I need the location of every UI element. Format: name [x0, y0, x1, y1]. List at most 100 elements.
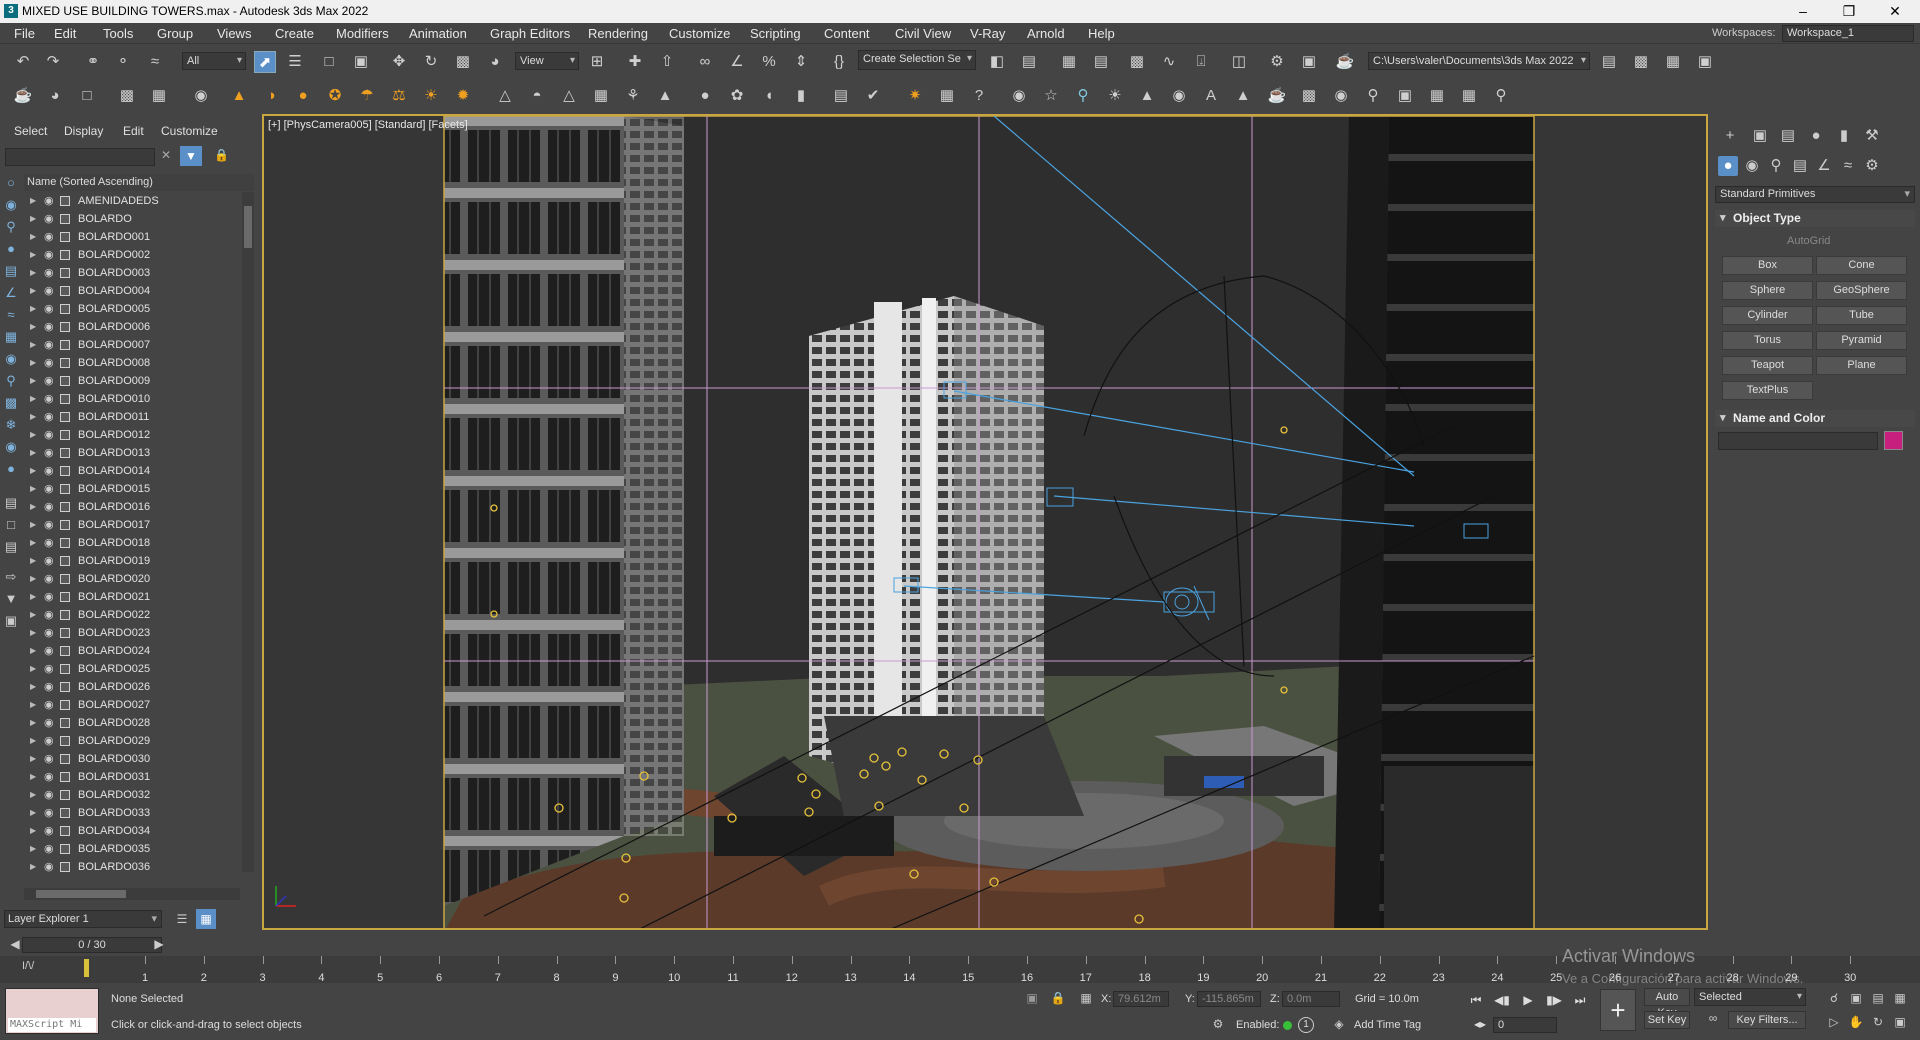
arnold-light-icon[interactable]: ✷ — [904, 85, 926, 107]
expand-icon[interactable]: ▶ — [30, 300, 36, 318]
list-item[interactable]: ▶ ◉ BOLARDO029 — [24, 732, 240, 750]
visibility-eye-icon[interactable]: ◉ — [44, 228, 54, 246]
list-item[interactable]: ▶ ◉ BOLARDO034 — [24, 822, 240, 840]
layer-explorer-icon[interactable]: ▤ — [1090, 51, 1112, 73]
visibility-eye-icon[interactable]: ◉ — [44, 588, 54, 606]
expand-icon[interactable]: ▶ — [30, 444, 36, 462]
layer-options-icon[interactable]: ▦ — [196, 909, 216, 929]
expand-icon[interactable]: ▶ — [30, 696, 36, 714]
expand-icon[interactable]: ▶ — [30, 732, 36, 750]
scale-icon[interactable]: ▩ — [452, 51, 474, 73]
minimize-button[interactable]: – — [1780, 0, 1826, 23]
tab-display[interactable]: Display — [64, 124, 103, 138]
list-item[interactable]: ▶ ◉ BOLARDO025 — [24, 660, 240, 678]
list-item[interactable]: ▶ ◉ BOLARDO012 — [24, 426, 240, 444]
vray-ambient-light-icon[interactable]: ⚖ — [388, 85, 410, 107]
expand-icon[interactable]: ▶ — [30, 228, 36, 246]
vray-logo-icon[interactable]: ✔ — [862, 85, 884, 107]
visibility-eye-icon[interactable]: ◉ — [44, 624, 54, 642]
angle-snap-icon[interactable]: ∠ — [726, 51, 748, 73]
tab-edit[interactable]: Edit — [123, 124, 144, 138]
box-icon[interactable]: □ — [76, 85, 98, 107]
list-item[interactable]: ▶ ◉ BOLARDO027 — [24, 696, 240, 714]
light-bulb-icon[interactable]: ⚲ — [1072, 85, 1094, 107]
menu-rendering[interactable]: Rendering — [588, 26, 648, 41]
snaps-toggle-icon[interactable]: ∞ — [694, 51, 716, 73]
goto-start-icon[interactable]: ⏮ — [1466, 991, 1486, 1009]
expand-icon[interactable]: ▶ — [30, 822, 36, 840]
vray-sphere-fade-icon[interactable]: △ — [558, 85, 580, 107]
gamepad-icon[interactable]: ⚲ — [1490, 85, 1512, 107]
y-coordinate-field[interactable]: -115.865m — [1197, 991, 1261, 1007]
select-manipulate-icon[interactable]: ✚ — [624, 51, 646, 73]
list-item[interactable]: ▶ ◉ BOLARDO016 — [24, 498, 240, 516]
default-in-out-icon[interactable]: ∞ — [1704, 1011, 1722, 1029]
visibility-eye-icon[interactable]: ◉ — [44, 534, 54, 552]
visibility-eye-icon[interactable]: ◉ — [44, 516, 54, 534]
menu-edit[interactable]: Edit — [54, 26, 76, 41]
vray-vfb-icon[interactable]: ▤ — [830, 85, 852, 107]
filter-icon[interactable]: ▼ — [180, 146, 202, 166]
rendered-frame-icon[interactable]: ▣ — [1298, 51, 1320, 73]
display-xrefs-icon[interactable]: ◉ — [2, 350, 20, 368]
object-type-rollout[interactable]: Object Type — [1715, 210, 1915, 227]
visibility-eye-icon[interactable]: ◉ — [44, 282, 54, 300]
space-warps-icon[interactable]: ≈ — [1838, 156, 1858, 176]
visibility-eye-icon[interactable]: ◉ — [44, 300, 54, 318]
sort-icon[interactable]: ▤ — [2, 494, 20, 512]
display-all-icon[interactable]: ● — [2, 460, 20, 478]
list-item[interactable]: ▶ ◉ BOLARDO030 — [24, 750, 240, 768]
expand-icon[interactable]: ▶ — [30, 336, 36, 354]
visibility-eye-icon[interactable]: ◉ — [44, 354, 54, 372]
visibility-eye-icon[interactable]: ◉ — [44, 606, 54, 624]
render-element-icon[interactable]: ▲ — [1232, 85, 1254, 107]
visibility-eye-icon[interactable]: ◉ — [44, 804, 54, 822]
list-item[interactable]: ▶ ◉ BOLARDO031 — [24, 768, 240, 786]
menu-create[interactable]: Create — [275, 26, 314, 41]
teapot-button[interactable]: Teapot — [1722, 356, 1813, 375]
expand-icon[interactable]: ▶ — [30, 372, 36, 390]
orbit-icon[interactable]: ↻ — [1870, 1015, 1886, 1031]
visibility-eye-icon[interactable]: ◉ — [44, 444, 54, 462]
project-settings-icon[interactable]: ▦ — [1662, 51, 1684, 73]
expand-icon[interactable]: ▶ — [30, 480, 36, 498]
play-icon[interactable]: ▶ — [1518, 991, 1538, 1009]
camera-tools-icon[interactable]: ◉ — [1008, 85, 1030, 107]
create-tab-icon[interactable]: + — [1720, 126, 1740, 146]
visibility-eye-icon[interactable]: ◉ — [44, 858, 54, 872]
list-item[interactable]: ▶ ◉ BOLARDO013 — [24, 444, 240, 462]
pivot-center-icon[interactable]: ⊞ — [586, 51, 608, 73]
expand-icon[interactable]: ▶ — [30, 210, 36, 228]
pan-icon[interactable]: ✋ — [1848, 1015, 1864, 1031]
visibility-eye-icon[interactable]: ◉ — [44, 498, 54, 516]
menu-content[interactable]: Content — [824, 26, 870, 41]
expand-icon[interactable]: ▶ — [30, 516, 36, 534]
utilities-tab-icon[interactable]: ⚒ — [1862, 126, 1882, 146]
expand-icon[interactable]: ▶ — [30, 570, 36, 588]
horizontal-scrollbar[interactable] — [24, 888, 240, 900]
hierarchy-tab-icon[interactable]: ▤ — [1778, 126, 1798, 146]
adaptive-degradation-icon[interactable]: ⚙ — [1210, 1017, 1226, 1033]
workspace-select[interactable]: Workspace_1 — [1782, 25, 1914, 42]
set-key-toggle[interactable]: Set Key — [1644, 1011, 1690, 1029]
display-cameras-icon[interactable]: ▤ — [2, 262, 20, 280]
display-bones-icon[interactable]: ⚲ — [2, 372, 20, 390]
key-filters-button[interactable]: Key Filters... — [1728, 1011, 1806, 1029]
list-item[interactable]: ▶ ◉ BOLARDO005 — [24, 300, 240, 318]
display-spacewarps-icon[interactable]: ≈ — [2, 306, 20, 324]
spinner-snap-icon[interactable]: ⇕ — [790, 51, 812, 73]
vray-multi-material-icon[interactable]: ✿ — [726, 85, 748, 107]
menu-customize[interactable]: Customize — [669, 26, 730, 41]
list-item[interactable]: ▶ ◉ BOLARDO019 — [24, 552, 240, 570]
display-lights-icon[interactable]: ● — [2, 240, 20, 258]
visibility-eye-icon[interactable]: ◉ — [44, 768, 54, 786]
menu-arnold[interactable]: Arnold — [1027, 26, 1065, 41]
z-coordinate-field[interactable]: 0.0m — [1282, 991, 1340, 1007]
display-helpers-icon[interactable]: ∠ — [2, 284, 20, 302]
display-frozen-icon[interactable]: ❄ — [2, 416, 20, 434]
menu-modifiers[interactable]: Modifiers — [336, 26, 389, 41]
expand-icon[interactable]: ▶ — [30, 426, 36, 444]
select-object-icon[interactable]: ⬈ — [254, 51, 276, 73]
expand-icon[interactable]: ▶ — [30, 534, 36, 552]
vray-material-library-icon[interactable]: ▮ — [790, 85, 812, 107]
